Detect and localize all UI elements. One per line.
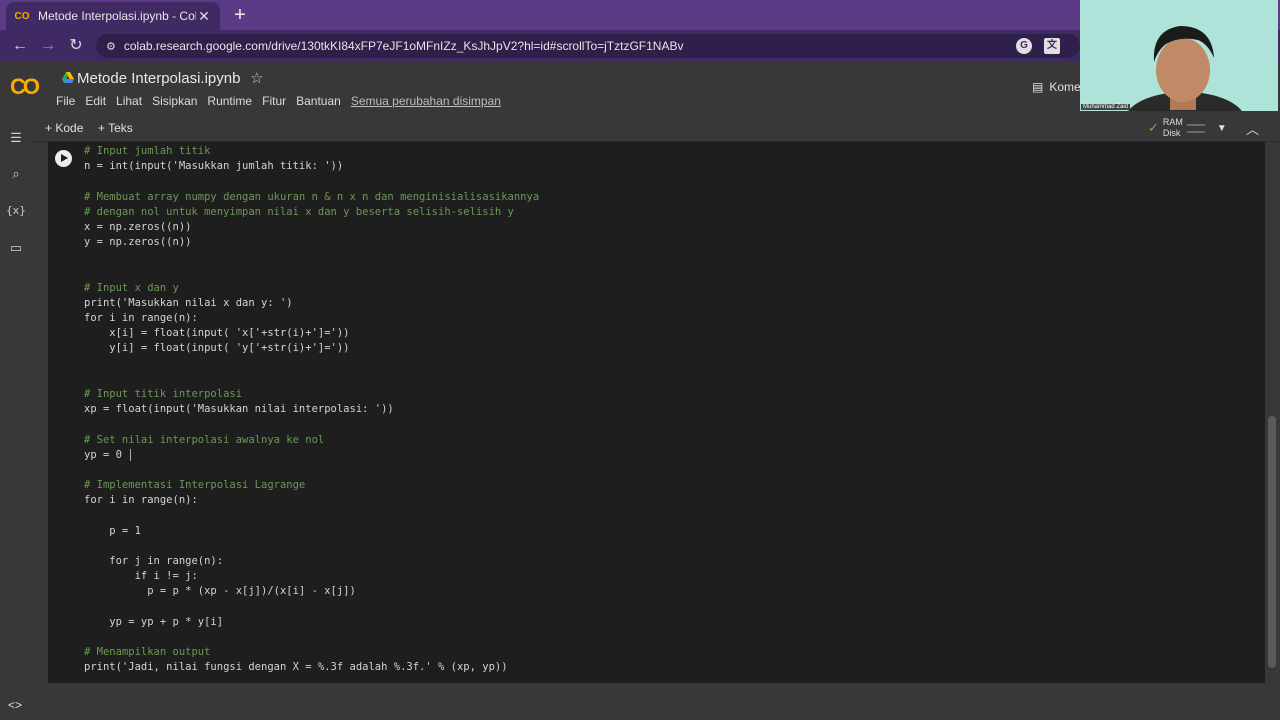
- table-of-contents-icon[interactable]: ☰: [6, 128, 26, 148]
- tab-title: Metode Interpolasi.ipynb - Colab: [38, 9, 196, 23]
- code-line: y = np.zeros((n)): [84, 236, 192, 249]
- checkmark-icon: ✓: [1148, 120, 1159, 135]
- code-line: if i != j:: [84, 570, 198, 583]
- site-info-icon[interactable]: ⚙: [106, 40, 116, 53]
- code-line: x[i] = float(input( 'x['+str(i)+']=')): [84, 327, 350, 340]
- left-rail: ☰ ⌕ {x} ▭: [0, 114, 32, 720]
- reload-icon[interactable]: ↻: [66, 36, 86, 56]
- code-line: x = np.zeros((n)): [84, 220, 192, 233]
- webcam-name-label: Muhammad Zaid: [1081, 104, 1131, 110]
- menu-runtime[interactable]: Runtime: [207, 94, 252, 108]
- menu-help[interactable]: Bantuan: [296, 94, 341, 108]
- code-editor[interactable]: # Input jumlah titik n = int(input('Masu…: [84, 144, 539, 676]
- notebook-toolbar: + Kode + Teks ✓ RAM Disk ▼ ︿: [0, 114, 1280, 142]
- code-line-cursor: yp = 0: [84, 448, 539, 463]
- new-tab-button[interactable]: +: [230, 4, 250, 26]
- menu-tools[interactable]: Fitur: [262, 94, 286, 108]
- code-line: p = p * (xp - x[j])/(x[i] - x[j]): [84, 585, 356, 598]
- search-icon[interactable]: ⌕: [6, 164, 26, 184]
- disk-label: Disk: [1162, 128, 1181, 138]
- url-input[interactable]: ⚙ colab.research.google.com/drive/130tkK…: [96, 34, 1080, 58]
- person-image: [1128, 26, 1242, 111]
- code-line: print('Jadi, nilai fungsi dengan X = %.3…: [84, 661, 508, 674]
- scrollbar[interactable]: [1268, 416, 1276, 668]
- run-cell-button[interactable]: [55, 150, 72, 167]
- code-line: print('Masukkan nilai x dan y: '): [84, 296, 293, 309]
- back-arrow-icon[interactable]: ←: [10, 36, 30, 56]
- chevron-down-icon[interactable]: ▼: [1217, 123, 1227, 134]
- add-code-button[interactable]: + Kode: [45, 121, 83, 135]
- add-text-button[interactable]: + Teks: [98, 121, 133, 135]
- google-icon[interactable]: G: [1016, 38, 1032, 54]
- ram-label: RAM: [1162, 117, 1183, 127]
- text-cursor: [129, 448, 131, 461]
- menu-insert[interactable]: Sisipkan: [152, 94, 197, 108]
- saved-status[interactable]: Semua perubahan disimpan: [351, 94, 501, 108]
- menu-bar: File Edit Lihat Sisipkan Runtime Fitur B…: [56, 94, 501, 108]
- disk-bar: [1186, 130, 1205, 133]
- forward-arrow-icon[interactable]: →: [38, 36, 58, 56]
- code-snippets-icon[interactable]: <>: [8, 698, 22, 712]
- code-line: y[i] = float(input( 'y['+str(i)+']=')): [84, 342, 350, 355]
- code-line: n = int(input('Masukkan jumlah titik: ')…: [84, 160, 344, 173]
- code-line: xp = float(input('Masukkan nilai interpo…: [84, 403, 394, 416]
- code-text: yp = 0: [84, 448, 122, 461]
- drive-icon: [62, 72, 74, 83]
- webcam-overlay: Muhammad Zaid: [1080, 0, 1278, 111]
- star-icon[interactable]: ☆: [250, 69, 263, 87]
- notebook-title[interactable]: Metode Interpolasi.ipynb: [77, 70, 240, 87]
- code-line: # Set nilai interpolasi awalnya ke nol: [84, 433, 325, 446]
- code-line: # Menampilkan output: [84, 646, 211, 659]
- code-line: p = 1: [84, 524, 141, 537]
- url-text: colab.research.google.com/drive/130tkKI8…: [123, 39, 684, 53]
- code-line: # Membuat array numpy dengan ukuran n & …: [84, 190, 540, 203]
- translate-icon[interactable]: 文: [1044, 38, 1060, 54]
- code-line: # Implementasi Interpolasi Lagrange: [84, 479, 306, 492]
- code-line: for i in range(n):: [84, 312, 198, 325]
- menu-view[interactable]: Lihat: [116, 94, 142, 108]
- colab-favicon-icon: CO: [14, 10, 30, 22]
- comment-icon: ▤: [1032, 80, 1044, 94]
- code-cell[interactable]: # Input jumlah titik n = int(input('Masu…: [48, 142, 1265, 683]
- browser-tab[interactable]: CO Metode Interpolasi.ipynb - Colab ✕: [6, 2, 220, 30]
- code-line: # Input jumlah titik: [84, 145, 211, 157]
- comment-label: Kome: [1049, 80, 1081, 94]
- code-line: for j in range(n):: [84, 555, 224, 568]
- code-line: for i in range(n):: [84, 494, 198, 507]
- comment-button[interactable]: ▤ Kome: [1032, 80, 1081, 94]
- ram-bar: [1186, 123, 1205, 126]
- close-icon[interactable]: ✕: [196, 8, 212, 25]
- code-line: # Input x dan y: [84, 281, 179, 294]
- chevron-up-icon[interactable]: ︿: [1246, 119, 1259, 138]
- code-line: # dengan nol untuk menyimpan nilai x dan…: [84, 205, 514, 218]
- ram-disk-labels: RAM Disk: [1163, 117, 1183, 139]
- variables-icon[interactable]: {x}: [6, 201, 26, 221]
- colab-logo-icon[interactable]: CO: [10, 74, 40, 100]
- folder-icon[interactable]: ▭: [6, 238, 26, 258]
- menu-file[interactable]: File: [56, 94, 75, 108]
- ram-disk-bars: [1186, 123, 1205, 133]
- menu-edit[interactable]: Edit: [85, 94, 106, 108]
- code-line: yp = yp + p * y[i]: [84, 615, 224, 628]
- code-line: # Input titik interpolasi: [84, 388, 243, 400]
- resource-indicator[interactable]: ✓ RAM Disk ▼: [1148, 117, 1227, 139]
